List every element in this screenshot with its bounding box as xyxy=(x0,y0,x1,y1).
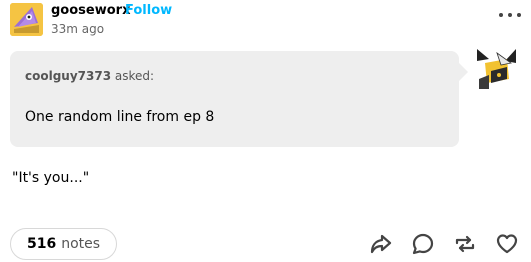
blog-name-link[interactable]: gooseworx xyxy=(51,3,130,18)
reply-icon[interactable] xyxy=(411,232,435,256)
reblog-icon[interactable] xyxy=(453,232,477,256)
notes-button[interactable]: 516 notes xyxy=(10,228,118,260)
more-options-button[interactable] xyxy=(499,8,521,22)
ask-bubble-pointer xyxy=(459,63,468,81)
asked-label: asked: xyxy=(114,69,155,83)
post-timestamp[interactable]: 33m ago xyxy=(51,22,104,36)
follow-button[interactable]: Follow xyxy=(125,3,172,18)
post-answer-text: "It's you..." xyxy=(12,170,90,186)
share-icon[interactable] xyxy=(369,232,393,256)
ask-bubble: coolguy7373 asked: One random line from … xyxy=(10,51,459,147)
notes-count: 516 xyxy=(27,236,57,252)
asker-name-link[interactable]: coolguy7373 xyxy=(25,69,111,83)
asker-avatar[interactable] xyxy=(477,49,516,89)
ask-question: One random line from ep 8 xyxy=(25,109,215,125)
blog-avatar[interactable] xyxy=(10,3,43,36)
notes-label: notes xyxy=(61,236,101,252)
more-icon xyxy=(499,13,503,17)
asker-line: coolguy7373 asked: xyxy=(25,69,154,83)
like-icon[interactable] xyxy=(495,232,519,256)
post-actions xyxy=(369,232,519,256)
